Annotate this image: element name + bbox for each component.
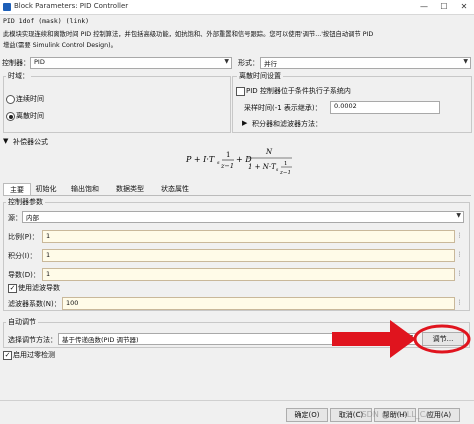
discrete-radio[interactable] bbox=[6, 112, 15, 121]
tab-state-attributes[interactable]: 状态属性 bbox=[154, 183, 196, 195]
description-line-1: 此模块实现连续和离散时间 PID 控制算法，并包括高级功能，如抗饱和、外部重置和… bbox=[3, 31, 374, 38]
close-button[interactable]: ✕ bbox=[454, 0, 474, 14]
d-value: 1 bbox=[46, 270, 51, 278]
tune-method-value: 基于传递函数(PID 调节器) bbox=[62, 336, 139, 344]
continuous-radio[interactable] bbox=[6, 95, 15, 104]
ok-button[interactable]: 确定(O) bbox=[286, 408, 328, 422]
auto-tune-title: 自动调节 bbox=[6, 317, 38, 327]
block-description: PID 1dof (mask) (link) 此模块实现连续和离散时间 PID … bbox=[0, 15, 474, 53]
i-value: 1 bbox=[46, 251, 51, 259]
mask-line: PID 1dof (mask) (link) bbox=[3, 17, 90, 25]
use-filter-checkbox[interactable]: ✓ bbox=[8, 284, 17, 293]
svg-text:1: 1 bbox=[284, 161, 288, 167]
discrete-label: 离散时间 bbox=[16, 112, 44, 120]
d-label: 导数(D)： bbox=[8, 271, 40, 279]
svg-text:s: s bbox=[276, 168, 279, 173]
form-value: 并行 bbox=[264, 60, 277, 68]
i-more-icon[interactable]: ⋮ bbox=[456, 249, 463, 260]
svg-text:1 + N·T: 1 + N·T bbox=[248, 163, 277, 171]
controller-params-title: 控制器参数 bbox=[6, 197, 45, 207]
continuous-label: 连续时间 bbox=[16, 95, 44, 103]
i-input[interactable]: 1 bbox=[42, 249, 455, 262]
compensator-title: 补偿器公式 bbox=[13, 138, 48, 146]
time-domain-title: 时域： bbox=[6, 71, 31, 81]
triggered-checkbox[interactable] bbox=[236, 87, 245, 96]
tab-divider bbox=[3, 195, 471, 196]
watermark: CSDN @SMALL_CAT bbox=[356, 410, 436, 419]
p-label: 比例(P)： bbox=[8, 233, 39, 241]
description-line-2: 增益(需要 Simulink Control Design)。 bbox=[3, 42, 117, 49]
p-value: 1 bbox=[46, 232, 51, 240]
n-more-icon[interactable]: ⋮ bbox=[456, 297, 463, 308]
integrator-methods-label[interactable]: 积分器和滤波器方法： bbox=[252, 119, 322, 129]
minimize-button[interactable]: — bbox=[414, 0, 434, 14]
chevron-down-icon: ▼ bbox=[456, 212, 461, 219]
tab-initialization[interactable]: 初始化 bbox=[31, 183, 61, 195]
use-filter-label: 使用滤波导数 bbox=[18, 284, 60, 292]
source-value: 内部 bbox=[26, 214, 39, 222]
svg-text:z−1: z−1 bbox=[220, 162, 234, 170]
footer-divider bbox=[0, 400, 474, 401]
source-select[interactable]: 内部 ▼ bbox=[22, 211, 464, 223]
svg-text:1: 1 bbox=[226, 151, 230, 159]
window-title: Block Parameters: PID Controller bbox=[14, 2, 129, 10]
n-input[interactable]: 100 bbox=[62, 297, 455, 310]
title-bar: Block Parameters: PID Controller — ☐ ✕ bbox=[0, 0, 474, 15]
triggered-label: PID 控制器位于条件执行子系统内 bbox=[246, 87, 351, 95]
form-label: 形式： bbox=[238, 59, 259, 67]
p-more-icon[interactable]: ⋮ bbox=[456, 230, 463, 241]
controller-label: 控制器： bbox=[2, 59, 30, 67]
time-domain-group bbox=[3, 76, 231, 133]
chevron-down-icon: ▼ bbox=[463, 58, 468, 65]
matlab-app-icon bbox=[3, 3, 11, 11]
form-select[interactable]: 并行 ▼ bbox=[260, 57, 471, 69]
discrete-settings-title: 离散时间设置 bbox=[237, 71, 283, 81]
tab-output-saturation[interactable]: 输出饱和 bbox=[64, 183, 106, 195]
svg-text:N: N bbox=[265, 148, 273, 156]
n-value: 100 bbox=[66, 299, 79, 307]
svg-text:P + I·T: P + I·T bbox=[185, 155, 215, 164]
sample-time-label: 采样时间(-1 表示继承)： bbox=[244, 104, 322, 112]
controller-select[interactable]: PID ▼ bbox=[30, 57, 232, 69]
zero-crossing-label: 启用过零检测 bbox=[13, 351, 55, 359]
p-input[interactable]: 1 bbox=[42, 230, 455, 243]
d-input[interactable]: 1 bbox=[42, 268, 455, 281]
sample-time-input[interactable]: 0.0002 bbox=[330, 101, 440, 114]
tune-method-label: 选择调节方法： bbox=[8, 336, 57, 344]
chevron-down-icon: ▼ bbox=[224, 58, 229, 65]
source-label: 源： bbox=[8, 214, 22, 222]
maximize-button[interactable]: ☐ bbox=[434, 0, 454, 14]
zero-crossing-checkbox[interactable]: ✓ bbox=[3, 351, 12, 360]
svg-text:z−1: z−1 bbox=[279, 170, 291, 176]
i-label: 积分(I)： bbox=[8, 252, 37, 260]
svg-text:s: s bbox=[217, 160, 220, 166]
collapse-triangle-icon[interactable]: ▼ bbox=[3, 137, 8, 145]
expand-triangle-icon[interactable]: ▶ bbox=[242, 119, 247, 127]
n-label: 滤波器系数(N)： bbox=[8, 300, 61, 308]
tab-data-types[interactable]: 数据类型 bbox=[109, 183, 151, 195]
controller-value: PID bbox=[34, 58, 45, 66]
compensator-formula: P + I·T s 1 z−1 + D N 1 + N·T s 1 z−1 bbox=[185, 148, 292, 176]
sample-time-value: 0.0002 bbox=[334, 102, 357, 110]
d-more-icon[interactable]: ⋮ bbox=[456, 268, 463, 279]
red-annotation-arrow bbox=[332, 320, 471, 358]
